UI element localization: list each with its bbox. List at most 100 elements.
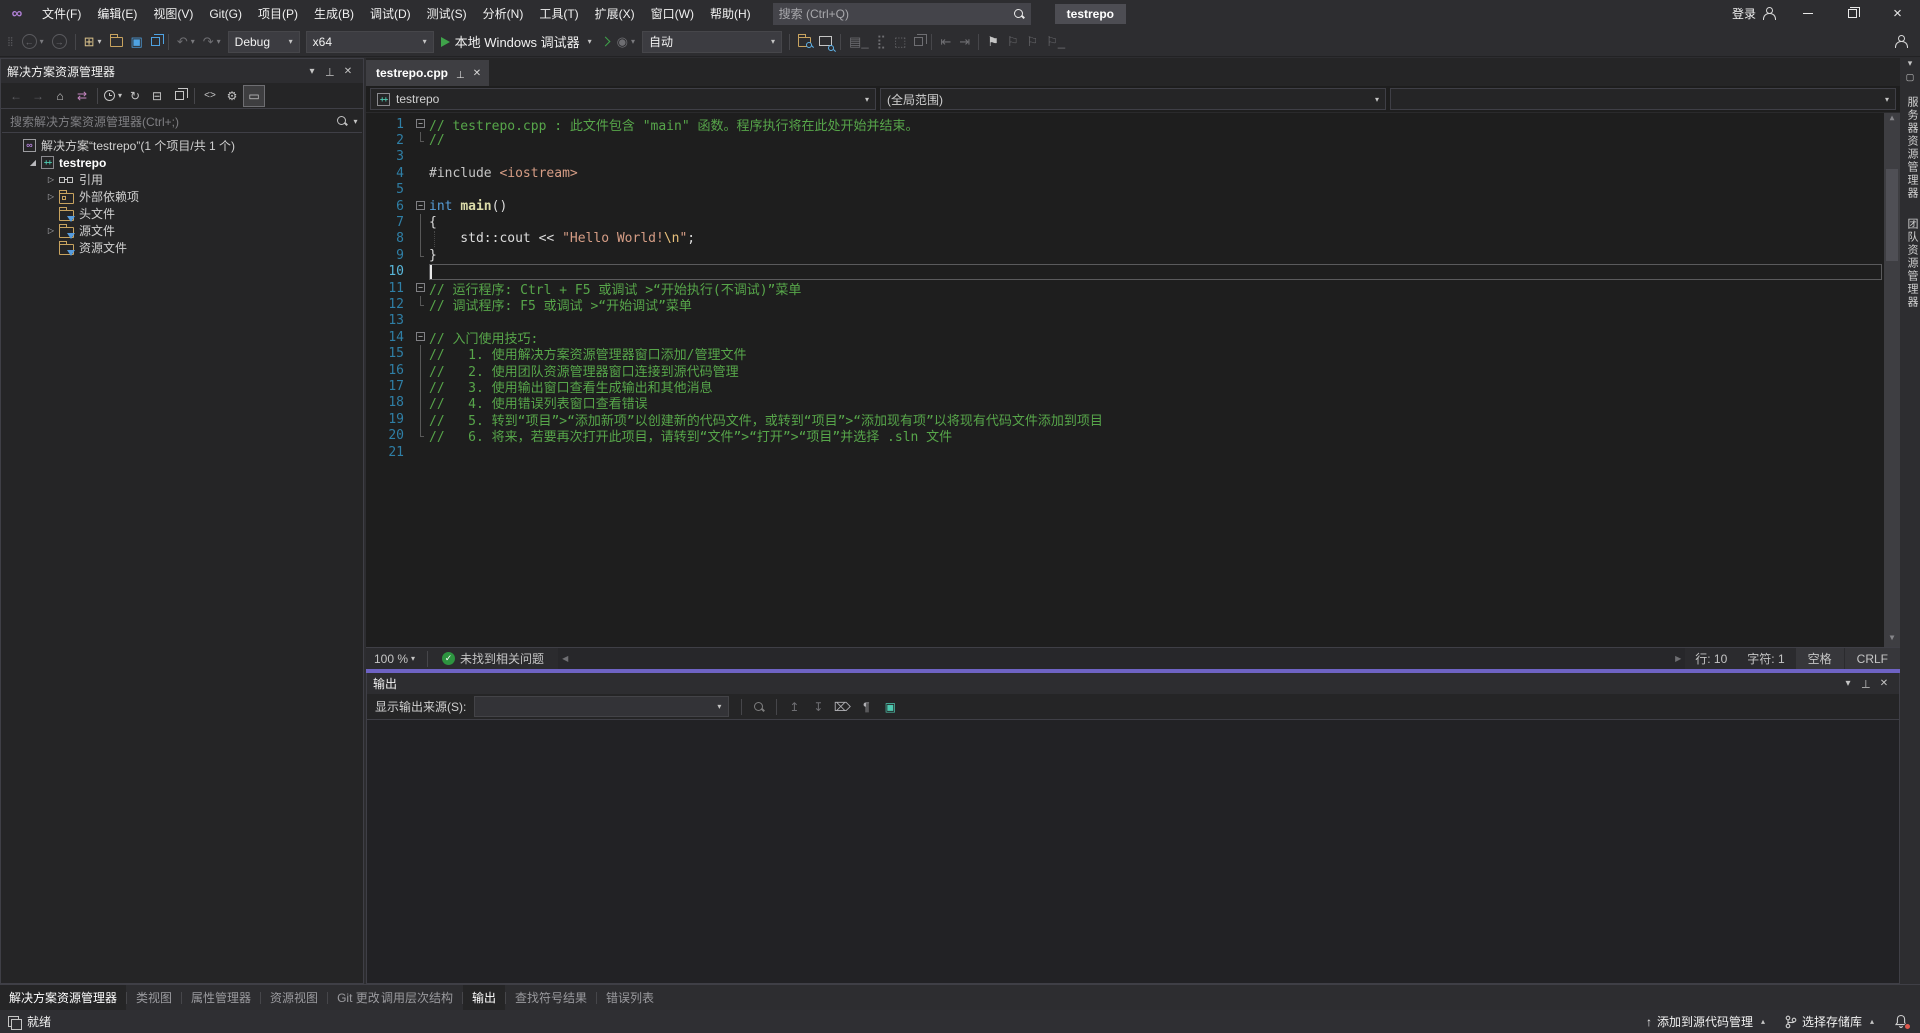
fold-minus-icon[interactable]: − xyxy=(416,283,425,292)
view-code-button[interactable]: <> xyxy=(199,85,221,107)
scope-dropdown[interactable]: (全局范围) ▾ xyxy=(880,88,1386,110)
clear-bookmarks-button[interactable]: ⚐_ xyxy=(1043,32,1068,52)
save-button[interactable]: ▣ xyxy=(128,32,146,52)
show-diagnostics-button[interactable]: ▤_ xyxy=(846,32,872,52)
output-window-chevron-icon[interactable]: ▾ xyxy=(1839,678,1857,689)
tab-pin-icon[interactable]: ⊤ xyxy=(456,68,465,79)
minimize-button[interactable] xyxy=(1785,0,1830,27)
increase-indent-button[interactable]: ⇥ xyxy=(956,32,973,52)
restore-button[interactable] xyxy=(1830,0,1875,27)
line-indicator[interactable]: 行: 10 xyxy=(1685,650,1737,667)
scroll-left-icon[interactable]: ◀ xyxy=(562,648,568,669)
code-line-11[interactable]: 11−// 运行程序: Ctrl + F5 或调试 >“开始执行(不调试)”菜单 xyxy=(366,280,1884,296)
undo-button[interactable]: ↶▾ xyxy=(174,32,198,52)
column-indicator[interactable]: 字符: 1 xyxy=(1737,650,1794,667)
menu-item-测试S[interactable]: 测试(S) xyxy=(419,0,475,27)
autohide-tab-团队资源管理器[interactable]: 团队资源管理器 xyxy=(1900,210,1920,317)
code-line-3[interactable]: 3 xyxy=(366,149,1884,165)
output-pin-icon[interactable]: ⊤ xyxy=(1857,677,1875,690)
sign-in-button[interactable]: 登录 xyxy=(1722,5,1785,22)
line-ending-indicator[interactable]: CRLF xyxy=(1844,648,1900,669)
fold-minus-icon[interactable]: − xyxy=(416,119,425,128)
navigate-back-button[interactable]: ←▾ xyxy=(19,32,47,51)
menu-item-视图V[interactable]: 视图(V) xyxy=(145,0,201,27)
menu-item-GitG[interactable]: Git(G) xyxy=(201,0,250,27)
chevron-collapsed-icon[interactable]: ▷ xyxy=(43,226,59,235)
code-line-5[interactable]: 5 xyxy=(366,182,1884,198)
zoom-dropdown[interactable]: 100 % ▾ xyxy=(366,648,423,669)
clear-all-button[interactable]: ⌦ xyxy=(831,697,853,717)
background-tasks-icon[interactable] xyxy=(8,1016,19,1027)
code-line-9[interactable]: 9} xyxy=(366,247,1884,263)
start-debugging-button[interactable]: 本地 Windows 调试器 ▾ xyxy=(438,30,595,53)
tree-item-testrepo[interactable]: ◢++testrepo xyxy=(1,154,363,171)
scroll-right-icon[interactable]: ▶ xyxy=(1675,648,1681,669)
document-tab[interactable]: testrepo.cpp ⊤ ✕ xyxy=(366,60,489,86)
menu-item-窗口W[interactable]: 窗口(W) xyxy=(643,0,702,27)
copy-parallel-button[interactable] xyxy=(911,35,926,48)
project-dropdown[interactable]: ++ testrepo ▾ xyxy=(370,88,876,110)
code-line-10[interactable]: 10 xyxy=(366,264,1884,280)
tab-属性管理器[interactable]: 属性管理器 xyxy=(182,985,260,1010)
navigate-forward-button[interactable]: → xyxy=(49,32,70,51)
find-message-button[interactable] xyxy=(748,697,770,717)
float-window-icon[interactable]: ▢ xyxy=(1900,72,1920,86)
platform-combo[interactable]: x64▾ xyxy=(306,31,434,53)
tree-item-解决方案“testrepo”(1 个项目/共 1 个)[interactable]: ∞解决方案“testrepo”(1 个项目/共 1 个) xyxy=(1,137,363,154)
menu-item-扩展X[interactable]: 扩展(X) xyxy=(587,0,643,27)
code-line-14[interactable]: 14−// 入门使用技巧: xyxy=(366,329,1884,345)
tab-类视图[interactable]: 类视图 xyxy=(127,985,181,1010)
quick-search-box[interactable]: 搜索 (Ctrl+Q) xyxy=(773,3,1031,25)
tree-item-引用[interactable]: ▷引用 xyxy=(1,171,363,188)
close-button[interactable]: × xyxy=(1875,0,1920,27)
properties-button[interactable]: ⚙ xyxy=(221,85,243,107)
menu-item-编辑E[interactable]: 编辑(E) xyxy=(89,0,145,27)
pending-changes-filter-button[interactable]: ▾ xyxy=(102,85,124,107)
output-content[interactable] xyxy=(367,720,1899,983)
output-close-icon[interactable]: ✕ xyxy=(1875,678,1893,689)
next-message-button[interactable]: ↧ xyxy=(807,697,829,717)
tab-查找符号结果[interactable]: 查找符号结果 xyxy=(506,985,596,1010)
spaces-toggle[interactable]: 空格 xyxy=(1795,648,1844,669)
menu-item-调试D[interactable]: 调试(D) xyxy=(362,0,419,27)
auto-combo[interactable]: 自动▾ xyxy=(642,31,782,53)
word-wrap-button[interactable]: ¶ xyxy=(855,697,877,717)
member-dropdown[interactable]: ▾ xyxy=(1390,88,1896,110)
configuration-combo[interactable]: Debug▾ xyxy=(228,31,300,53)
decrease-indent-button[interactable]: ⇤ xyxy=(937,32,954,52)
code-line-20[interactable]: 20// 6. 将来，若要再次打开此项目，请转到“文件”>“打开”>“项目”并选… xyxy=(366,427,1884,443)
toolbar-drag-handle[interactable]: ⣿ xyxy=(7,36,15,47)
select-cursor-button[interactable]: ⣏ xyxy=(874,32,890,52)
autohide-tab-服务器资源管理器[interactable]: 服务器资源管理器 xyxy=(1900,88,1920,208)
tree-item-头文件[interactable]: 头文件 xyxy=(1,205,363,222)
code-line-6[interactable]: 6−int main() xyxy=(366,198,1884,214)
save-all-button[interactable] xyxy=(148,35,163,48)
select-repository-button[interactable]: 选择存储库 ▴ xyxy=(1775,1010,1884,1033)
tab-资源视图[interactable]: 资源视图 xyxy=(261,985,327,1010)
new-project-button[interactable]: ⊞▾ xyxy=(81,32,105,52)
menu-item-分析N[interactable]: 分析(N) xyxy=(475,0,532,27)
tab-list-chevron-icon[interactable]: ▾ xyxy=(1900,58,1920,72)
tree-item-资源文件[interactable]: 资源文件 xyxy=(1,239,363,256)
close-panel-icon[interactable]: ✕ xyxy=(339,66,357,77)
menu-item-帮助H[interactable]: 帮助(H) xyxy=(702,0,759,27)
vertical-scrollbar-thumb[interactable] xyxy=(1886,169,1898,261)
tab-close-icon[interactable]: ✕ xyxy=(473,68,481,79)
fold-minus-icon[interactable]: − xyxy=(416,332,425,341)
back-button[interactable]: ← xyxy=(5,85,27,107)
performance-profiler-button[interactable]: ◉▾ xyxy=(614,32,638,52)
find-in-window-button[interactable] xyxy=(816,32,835,51)
tab-调用层次结构[interactable]: 调用层次结构 xyxy=(372,985,462,1010)
code-line-8[interactable]: 8 std::cout << "Hello World!\n"; xyxy=(366,231,1884,247)
tree-item-源文件[interactable]: ▷源文件 xyxy=(1,222,363,239)
fold-collapse-button[interactable]: − xyxy=(414,116,429,132)
code-line-2[interactable]: 2// xyxy=(366,132,1884,148)
chevron-expanded-icon[interactable]: ◢ xyxy=(25,158,41,167)
code-line-12[interactable]: 12// 调试程序: F5 或调试 >“开始调试”菜单 xyxy=(366,296,1884,312)
menu-item-项目P[interactable]: 项目(P) xyxy=(250,0,306,27)
tab-解决方案资源管理器[interactable]: 解决方案资源管理器 xyxy=(0,985,126,1010)
code-line-19[interactable]: 19// 5. 转到“项目”>“添加新项”以创建新的代码文件，或转到“项目”>“… xyxy=(366,411,1884,427)
code-line-1[interactable]: 1−// testrepo.cpp : 此文件包含 "main" 函数。程序执行… xyxy=(366,116,1884,132)
preview-selected-items-button[interactable]: ▭ xyxy=(243,85,265,107)
code-editor[interactable]: 1−// testrepo.cpp : 此文件包含 "main" 函数。程序执行… xyxy=(366,113,1900,647)
